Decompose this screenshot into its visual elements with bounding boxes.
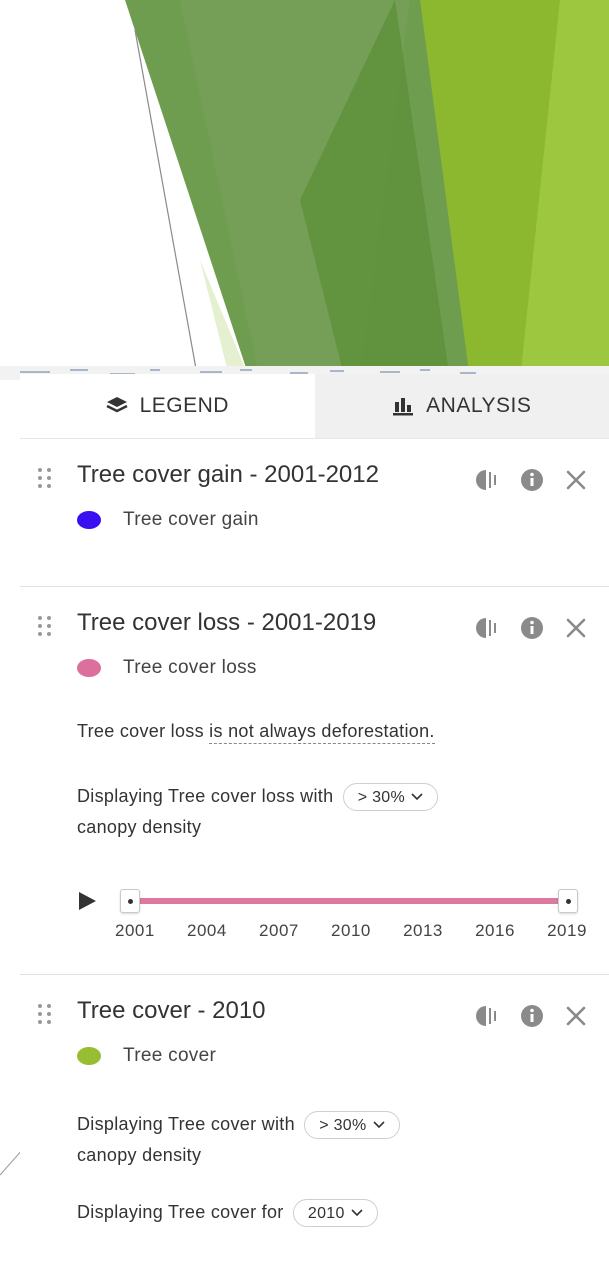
year-label: 2004: [187, 921, 227, 940]
legend-swatch: [77, 511, 101, 529]
legend-panel: LEGEND ANALYSIS Tree cover gain - 2001-2…: [20, 374, 609, 1284]
tree-cover-year-value: 2010: [307, 1204, 345, 1222]
canopy-density-select[interactable]: > 30%: [304, 1111, 400, 1140]
layer-header: Tree cover - 2010: [20, 975, 609, 1045]
tab-legend[interactable]: LEGEND: [20, 374, 315, 438]
legend-label: Tree cover: [123, 1045, 217, 1066]
density-suffix: canopy density: [77, 1145, 202, 1165]
tree-cover-year-row: Displaying Tree cover for 2010: [77, 1197, 378, 1228]
opacity-icon[interactable]: [475, 1003, 501, 1029]
layers-icon: [106, 396, 128, 416]
layer-tools: [475, 1003, 589, 1029]
deforestation-link[interactable]: is not always deforestation.: [209, 721, 435, 744]
year-label: 2007: [259, 921, 299, 940]
year-label: 2016: [475, 921, 515, 940]
layer-tools: [475, 467, 589, 493]
year-label: 2019: [547, 921, 587, 940]
tree-cover-year-select[interactable]: 2010: [292, 1199, 378, 1228]
density-prefix: Displaying Tree cover loss with: [77, 786, 334, 806]
layer-header: Tree cover loss - 2001-2019: [20, 587, 609, 657]
bar-chart-icon: [392, 396, 414, 416]
legend-label: Tree cover loss: [123, 657, 257, 678]
canopy-density-select[interactable]: > 30%: [342, 783, 439, 812]
timeline-start-handle[interactable]: [120, 889, 140, 913]
close-icon[interactable]: [563, 615, 589, 641]
density-prefix: Displaying Tree cover with: [77, 1114, 295, 1134]
layer-title: Tree cover loss - 2001-2019: [77, 609, 377, 636]
opacity-icon[interactable]: [475, 615, 501, 641]
layer-header: Tree cover gain - 2001-2012: [20, 439, 609, 509]
drag-handle-icon[interactable]: [38, 468, 56, 490]
legend-swatch: [77, 1047, 101, 1065]
legend-label: Tree cover gain: [123, 509, 259, 530]
chevron-down-icon: [372, 1121, 385, 1129]
info-icon[interactable]: [519, 1003, 545, 1029]
deforestation-note: Tree cover loss is not always deforestat…: [77, 721, 435, 744]
layer-tree-cover-gain: Tree cover gain - 2001-2012 Tree cover g…: [20, 439, 609, 587]
layer-title: Tree cover - 2010: [77, 997, 266, 1024]
chevron-down-icon: [411, 793, 423, 801]
year-label: 2010: [331, 921, 371, 940]
note-prefix: Tree cover loss: [77, 721, 210, 741]
legend-swatch: [77, 659, 101, 677]
tab-analysis[interactable]: ANALYSIS: [314, 374, 609, 438]
chevron-down-icon: [351, 1209, 363, 1217]
info-icon[interactable]: [519, 467, 545, 493]
legend-item: Tree cover: [77, 1045, 216, 1067]
year-timeline: 2001 2004 2007 2010 2013 2016 2019: [77, 881, 589, 941]
year-label: 2013: [403, 921, 443, 940]
timeline-end-handle[interactable]: [558, 889, 578, 913]
tab-legend-label: LEGEND: [139, 394, 229, 417]
year-label: 2001: [115, 921, 155, 940]
layer-title: Tree cover gain - 2001-2012: [77, 461, 379, 488]
legend-item: Tree cover loss: [77, 657, 257, 679]
opacity-icon[interactable]: [475, 467, 501, 493]
drag-handle-icon[interactable]: [38, 1004, 56, 1026]
layer-tools: [475, 615, 589, 641]
canopy-density-row: Displaying Tree cover with > 30% canopy …: [77, 1109, 400, 1171]
drag-handle-icon[interactable]: [38, 616, 56, 638]
density-suffix: canopy density: [77, 817, 202, 837]
tab-analysis-label: ANALYSIS: [426, 394, 532, 417]
layer-tree-cover: Tree cover - 2010 Tree cover Displaying …: [20, 975, 609, 1284]
timeline-track[interactable]: [129, 898, 567, 904]
canopy-density-row: Displaying Tree cover loss with > 30% ca…: [77, 781, 439, 843]
close-icon[interactable]: [563, 1003, 589, 1029]
info-icon[interactable]: [519, 615, 545, 641]
canopy-density-value: > 30%: [319, 1116, 367, 1134]
year-prefix: Displaying Tree cover for: [77, 1202, 284, 1222]
canopy-density-value: > 30%: [357, 788, 406, 806]
layer-tree-cover-loss: Tree cover loss - 2001-2019 Tree cover l…: [20, 587, 609, 975]
legend-item: Tree cover gain: [77, 509, 259, 531]
timeline-years: 2001 2004 2007 2010 2013 2016 2019: [115, 921, 587, 941]
panel-tabs: LEGEND ANALYSIS: [20, 374, 609, 439]
background-graphic: [0, 0, 609, 380]
play-icon[interactable]: [77, 891, 97, 911]
close-icon[interactable]: [563, 467, 589, 493]
